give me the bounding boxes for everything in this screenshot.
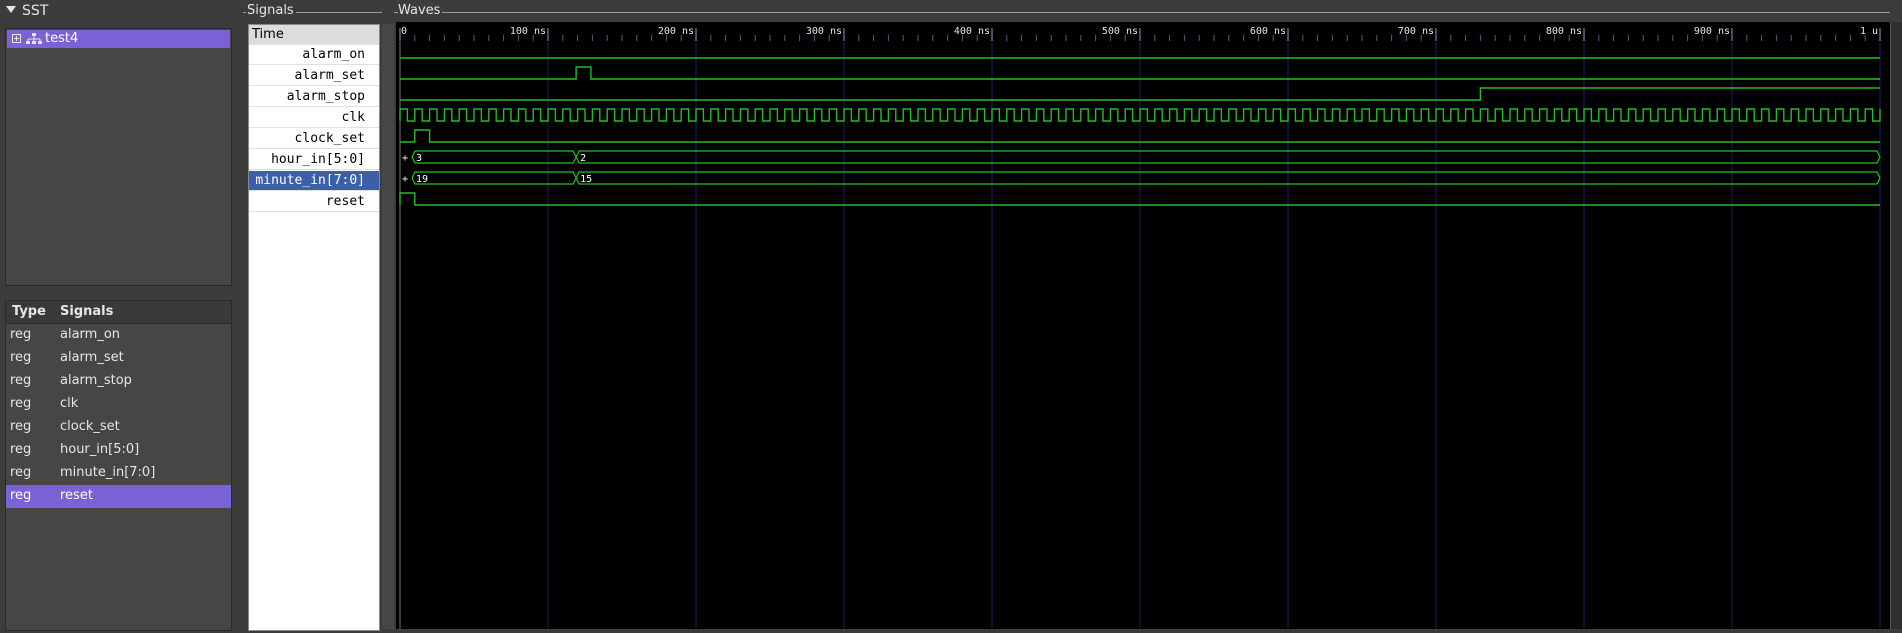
signal-table-row[interactable]: reg alarm_set: [6, 347, 231, 370]
signal-type: reg: [10, 396, 32, 411]
signal-table-row[interactable]: reg alarm_stop: [6, 370, 231, 393]
hierarchy-icon: [26, 33, 42, 44]
timeline-label: 1 u: [1860, 26, 1878, 37]
tree-item-label: test4: [45, 31, 79, 46]
timeline-ruler: [396, 22, 1890, 42]
signal-type: reg: [10, 488, 32, 503]
waves-pane[interactable]: 0 100 ns 200 ns 300 ns 400 ns 500 ns 600 ns 700…: [396, 22, 1890, 629]
hierarchy-tree[interactable]: test4: [5, 28, 232, 286]
signal-name: minute_in[7:0]: [60, 465, 156, 480]
time-row: Time: [249, 25, 379, 45]
signal-type: reg: [10, 465, 32, 480]
signals-frame-line: [243, 12, 246, 13]
signal-label: alarm_set: [294, 68, 365, 83]
signal-table-row[interactable]: reg minute_in[7:0]: [6, 462, 231, 485]
bus-segment: [575, 171, 1881, 185]
signal-type: reg: [10, 419, 32, 434]
signal-name: clock_set: [60, 419, 120, 434]
timeline-label: 300 ns: [806, 26, 842, 37]
signal-table-row[interactable]: reg alarm_on: [6, 324, 231, 347]
signal-type-table[interactable]: Type Signals reg alarm_on reg alarm_set …: [5, 300, 232, 631]
bus-value-label: 2: [580, 153, 586, 164]
signal-label: minute_in[7:0]: [255, 173, 365, 188]
timeline-label: 800 ns: [1546, 26, 1582, 37]
signal-name: alarm_set: [60, 350, 124, 365]
bus-expand-plus-icon: +: [402, 174, 408, 185]
signals-name-pane[interactable]: Time alarm_on alarm_set alarm_stop clk c…: [248, 24, 380, 631]
bus-segment: [575, 150, 1881, 164]
timeline-label: 200 ns: [658, 26, 694, 37]
timeline-label: 400 ns: [954, 26, 990, 37]
bus-segment: [411, 150, 577, 164]
waveform-clk: [399, 108, 1881, 122]
tree-item-test4[interactable]: test4: [7, 30, 230, 48]
type-column-header: Type: [12, 304, 46, 319]
signal-label: clock_set: [294, 131, 365, 146]
signal-label: clk: [341, 110, 365, 125]
signal-name: reset: [60, 488, 93, 503]
signal-table-row-selected[interactable]: reg reset: [6, 485, 231, 508]
waveform-canvas[interactable]: 0 100 ns 200 ns 300 ns 400 ns 500 ns 600 ns 700…: [396, 22, 1890, 629]
signal-name: alarm_stop: [60, 373, 132, 388]
signal-table-row[interactable]: reg hour_in[5:0]: [6, 439, 231, 462]
signal-label: alarm_stop: [286, 89, 365, 104]
sst-panel-header[interactable]: SST: [0, 0, 240, 24]
signal-name: clk: [60, 396, 79, 411]
expand-plus-icon[interactable]: [12, 34, 21, 43]
signal-type: reg: [10, 350, 32, 365]
signal-name-row[interactable]: reset: [249, 192, 379, 212]
timeline-label: 500 ns: [1102, 26, 1138, 37]
timeline-label: 600 ns: [1250, 26, 1286, 37]
signals-section-title: Signals: [247, 3, 294, 18]
signal-name-row[interactable]: hour_in[5:0]: [249, 150, 379, 170]
signals-column-header: Signals: [60, 304, 114, 319]
signal-name: hour_in[5:0]: [60, 442, 140, 457]
timeline-label: 0: [401, 26, 407, 37]
signal-name-row-selected[interactable]: minute_in[7:0]: [249, 171, 379, 191]
bus-segment: [411, 171, 577, 185]
bus-value-label: 19: [416, 174, 428, 185]
time-label: Time: [252, 27, 284, 42]
timeline-label: 900 ns: [1694, 26, 1730, 37]
signal-name: alarm_on: [60, 327, 121, 342]
signal-name-row[interactable]: alarm_on: [249, 45, 379, 65]
signal-name-row[interactable]: alarm_stop: [249, 87, 379, 107]
sst-title: SST: [22, 3, 49, 19]
signal-type: reg: [10, 442, 32, 457]
signal-label: alarm_on: [302, 47, 365, 62]
waves-frame-line: [442, 12, 1890, 13]
signal-label: hour_in[5:0]: [271, 152, 365, 167]
signal-type: reg: [10, 327, 32, 342]
signals-frame-line: [296, 12, 382, 13]
signal-name-row[interactable]: alarm_set: [249, 66, 379, 86]
signal-table-row[interactable]: reg clk: [6, 393, 231, 416]
bus-value-label: 3: [416, 153, 422, 164]
signal-type: reg: [10, 373, 32, 388]
timeline-label: 100 ns: [510, 26, 546, 37]
signal-table-header: Type Signals: [6, 301, 231, 324]
signal-table-row[interactable]: reg clock_set: [6, 416, 231, 439]
collapse-triangle-icon[interactable]: [6, 6, 16, 13]
vertical-scrollbar[interactable]: [1890, 22, 1902, 629]
signal-label: reset: [325, 194, 365, 209]
signal-name-row[interactable]: clk: [249, 108, 379, 128]
bus-expand-plus-icon: +: [402, 153, 408, 164]
signal-name-row[interactable]: clock_set: [249, 129, 379, 149]
pane-splitter[interactable]: [382, 24, 394, 629]
waves-section-title: Waves: [398, 3, 441, 18]
timeline-label: 700 ns: [1398, 26, 1434, 37]
bus-value-label: 15: [580, 174, 592, 185]
